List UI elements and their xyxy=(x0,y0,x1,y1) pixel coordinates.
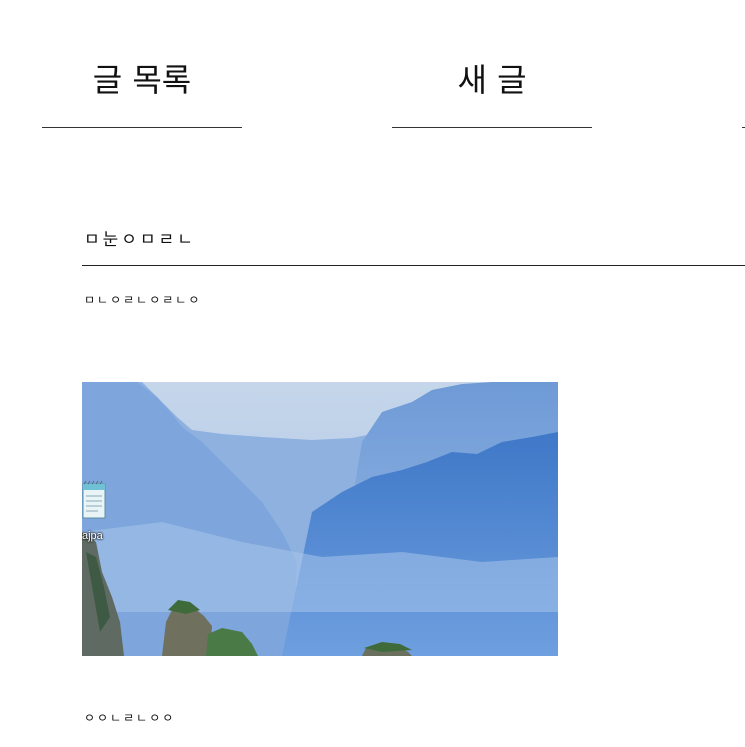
post-body-text: ㅁㄴㅇㄹㄴㅇㄹㄴㅇ xyxy=(84,293,202,307)
post-footer-text: ㅇㅇㄴㄹㄴㅇㅇ xyxy=(84,711,176,725)
post-image: ajpa xyxy=(82,382,558,656)
post-title: ㅁ눈ㅇㅁㄹㄴ xyxy=(84,230,196,250)
tab-new-post[interactable]: 새 글 xyxy=(392,58,592,128)
tab-post-list[interactable]: 글 목록 xyxy=(42,58,242,128)
title-divider xyxy=(82,265,745,266)
mountain-landscape-image xyxy=(82,382,558,656)
post-page: 글 목록 새 글 ㅁ눈ㅇㅁㄹㄴ ㅁㄴㅇㄹㄴㅇㄹㄴㅇ ajpa ㅇㅇㄴㄹㄴㅇㅇ xyxy=(0,0,745,747)
desktop-icon-label: ajpa xyxy=(82,530,103,542)
